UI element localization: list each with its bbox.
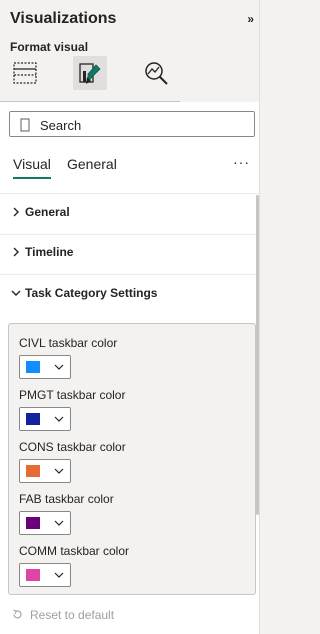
- chevron-down-icon: [54, 416, 64, 422]
- chevron-down-icon: [11, 290, 21, 296]
- chevron-down-icon: [54, 364, 64, 370]
- section-label: General: [25, 205, 70, 219]
- chevron-down-icon: [54, 572, 64, 578]
- chevron-down-icon: [54, 468, 64, 474]
- comm-color-picker[interactable]: [19, 563, 71, 587]
- comm-color-label: COMM taskbar color: [19, 544, 130, 558]
- paint-brush-format-icon: [79, 63, 101, 84]
- pane-right-border: [259, 0, 260, 634]
- fab-color-label: FAB taskbar color: [19, 492, 114, 506]
- reset-label: Reset to default: [30, 608, 115, 622]
- section-timeline[interactable]: Timeline: [0, 234, 260, 275]
- color-swatch: [26, 517, 40, 529]
- civl-color-picker[interactable]: [19, 355, 71, 379]
- color-swatch: [26, 413, 40, 425]
- pmgt-color-picker[interactable]: [19, 407, 71, 431]
- tab-visual-underline: [13, 177, 51, 179]
- pane-header: Visualizations » Format visual: [0, 0, 260, 102]
- search-input[interactable]: [38, 115, 252, 135]
- civl-color-label: CIVL taskbar color: [19, 336, 118, 350]
- section-label: Task Category Settings: [25, 286, 158, 300]
- section-label: Timeline: [25, 245, 74, 259]
- format-visual-tab[interactable]: [73, 56, 107, 90]
- fab-color-picker[interactable]: [19, 511, 71, 535]
- task-category-settings-card: CIVL taskbar color PMGT taskbar color CO…: [8, 323, 256, 595]
- format-pane-body: Visual General ··· General Timeline Task…: [0, 102, 260, 634]
- search-icon: [20, 118, 30, 132]
- collapse-pane-button[interactable]: »: [247, 12, 254, 26]
- search-box[interactable]: [9, 111, 255, 137]
- color-swatch: [26, 569, 40, 581]
- more-options-button[interactable]: ···: [233, 154, 250, 170]
- color-swatch: [26, 361, 40, 373]
- pane-title: Visualizations: [10, 10, 117, 27]
- build-visual-tab[interactable]: [8, 56, 42, 90]
- table-fields-icon: [13, 62, 37, 84]
- analytics-magnifier-icon: [145, 62, 168, 85]
- chevron-down-icon: [54, 520, 64, 526]
- section-task-category-settings[interactable]: Task Category Settings: [0, 275, 260, 315]
- tab-visual[interactable]: Visual: [13, 156, 51, 172]
- cons-color-picker[interactable]: [19, 459, 71, 483]
- chevron-right-icon: [13, 207, 19, 217]
- format-visual-label: Format visual: [10, 40, 89, 54]
- analytics-tab[interactable]: [139, 56, 173, 90]
- reset-icon: [13, 609, 22, 619]
- tab-general[interactable]: General: [67, 156, 117, 172]
- color-swatch: [26, 465, 40, 477]
- pmgt-color-label: PMGT taskbar color: [19, 388, 126, 402]
- cons-color-label: CONS taskbar color: [19, 440, 126, 454]
- section-general[interactable]: General: [0, 193, 260, 235]
- visualizations-pane: Visualizations » Format visual Search Vi…: [0, 0, 260, 634]
- chevron-right-icon: [13, 247, 19, 257]
